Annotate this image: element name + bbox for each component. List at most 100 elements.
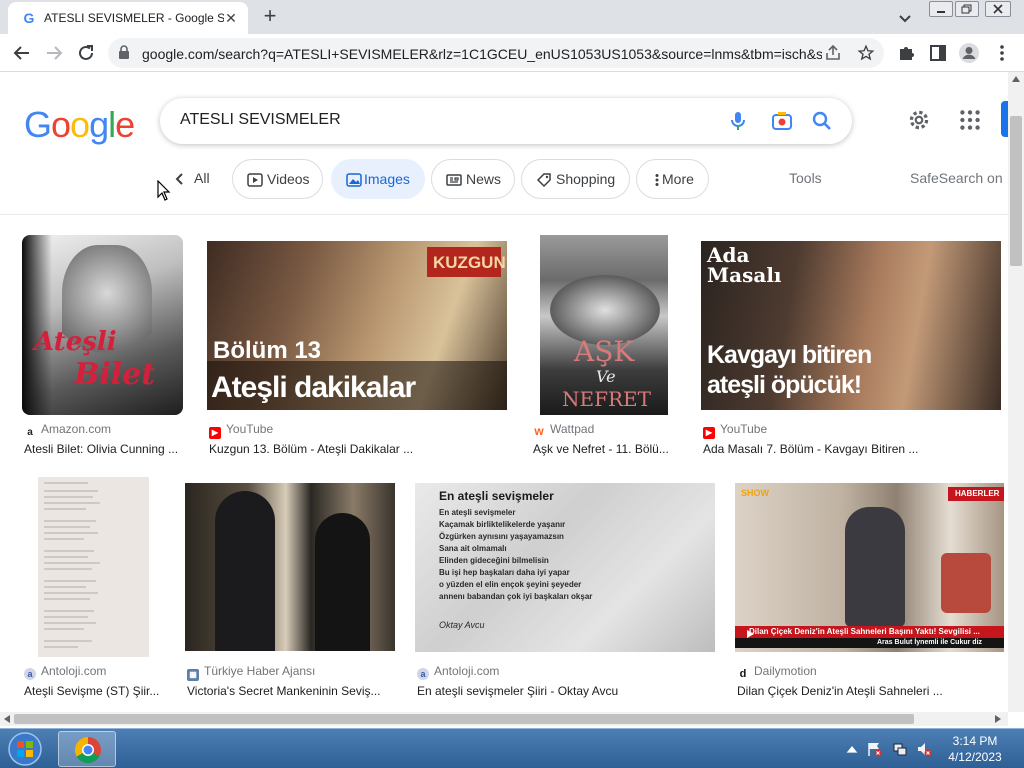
share-icon[interactable] [824, 44, 842, 62]
result-thumbnail[interactable] [185, 483, 395, 651]
browser-toolbar: google.com/search?q=ATESLI+SEVISMELER&rl… [0, 34, 1024, 72]
back-arrow-icon[interactable] [10, 41, 34, 65]
menu-dots-icon[interactable] [990, 41, 1014, 65]
side-panel-icon[interactable] [926, 41, 950, 65]
result-title[interactable]: Aşk ve Nefret - 11. Bölü... [533, 442, 673, 456]
result-title[interactable]: Kuzgun 13. Bölüm - Ateşli Dakikalar ... [209, 442, 509, 456]
cover-title: Bilet [74, 357, 156, 392]
result-source[interactable]: d Dailymotion [737, 664, 817, 680]
result-thumbnail[interactable]: SHOW HABERLER Dilan Çiçek Deniz'in Ateşl… [735, 483, 1004, 652]
scroll-right-arrow-icon[interactable] [995, 715, 1001, 723]
photo-shadow [22, 235, 52, 415]
result-thumbnail[interactable] [38, 477, 149, 657]
tab-search-chevron-icon[interactable] [895, 8, 915, 28]
system-clock[interactable]: 3:14 PM 4/12/2023 [940, 733, 1010, 765]
chevron-left-icon[interactable] [173, 171, 187, 187]
wattpad-icon: w [534, 424, 544, 438]
poem-line: Elinden gideceğini bilmelisin [439, 556, 549, 565]
tools-button[interactable]: Tools [789, 170, 822, 186]
bookmark-star-icon[interactable] [857, 44, 875, 62]
caption-show-title: Masalı [707, 263, 782, 287]
google-logo[interactable]: Google [24, 104, 135, 146]
source-label: Dailymotion [754, 664, 817, 678]
cover-title: NEFRET [562, 387, 651, 411]
extensions-puzzle-icon[interactable] [895, 41, 919, 65]
image-result[interactable]: Ada Masalı Kavgayı bitiren ateşli öpücük… [701, 235, 1001, 457]
filter-all[interactable]: All [194, 170, 210, 186]
image-result[interactable]: Ateşli Bilet a Amazon.com Atesli Bilet: O… [22, 235, 184, 457]
close-window-icon[interactable] [985, 1, 1011, 17]
close-tab-icon[interactable]: ✕ [222, 9, 240, 27]
poem-line: Sana ait olmamalı [439, 544, 507, 553]
image-result[interactable]: a Antoloji.com Ateşli Sevişme (ST) Şiir..… [22, 477, 167, 699]
logo-letter: o [51, 104, 71, 145]
source-label: Antoloji.com [41, 664, 107, 678]
scroll-left-arrow-icon[interactable] [4, 715, 10, 723]
result-source[interactable]: a Amazon.com [24, 422, 111, 439]
filter-bar: All Videos Images News Shopping More Too… [0, 158, 1010, 200]
chip-videos[interactable]: Videos [232, 159, 323, 199]
result-source[interactable]: w Wattpad [533, 422, 594, 437]
result-title[interactable]: En ateşli sevişmeler Şiiri - Oktay Avcu [417, 684, 717, 698]
chip-news[interactable]: News [431, 159, 515, 199]
result-source[interactable]: ▦ Türkiye Haber Ajansı [187, 664, 315, 681]
safesearch-toggle[interactable]: SafeSearch on [910, 170, 1003, 186]
new-tab-icon[interactable]: + [258, 5, 282, 29]
source-label: Amazon.com [41, 422, 112, 436]
result-thumbnail[interactable]: Ateşli Bilet [22, 235, 183, 415]
result-title[interactable]: Atesli Bilet: Olivia Cunning ... [24, 442, 184, 456]
cover-title: AŞK [574, 335, 635, 368]
vertical-scroll-thumb[interactable] [1010, 116, 1022, 266]
result-title[interactable]: Ateşli Sevişme (ST) Şiir... [24, 684, 167, 698]
photo-chair [941, 553, 991, 613]
minimize-window-icon[interactable] [929, 1, 953, 17]
result-title[interactable]: Dilan Çiçek Deniz'in Ateşli Sahneleri ..… [737, 684, 1002, 698]
chip-images[interactable]: Images [331, 159, 425, 199]
image-result[interactable]: AŞK Ve NEFRET w Wattpad Aşk ve Nefret - 1… [531, 235, 677, 457]
microphone-icon[interactable] [726, 109, 750, 133]
network-icon[interactable] [892, 741, 908, 757]
result-title[interactable]: Victoria's Secret Mankeninin Seviş... [187, 684, 392, 698]
result-thumbnail[interactable]: KUZGUN Bölüm 13 Ateşli dakikalar [207, 241, 507, 410]
chip-more[interactable]: More [636, 159, 709, 199]
cover-title: Ateşli [34, 327, 117, 357]
reload-icon[interactable] [74, 41, 98, 65]
result-thumbnail[interactable]: AŞK Ve NEFRET [540, 235, 668, 415]
browser-tab[interactable]: G ATESLI SEVISMELER - Google Sea ✕ [8, 2, 248, 34]
image-result[interactable]: KUZGUN Bölüm 13 Ateşli dakikalar ▶ YouTub… [207, 235, 507, 457]
horizontal-scrollbar[interactable] [0, 712, 1008, 726]
camera-lens-icon[interactable] [770, 109, 794, 133]
poem-line: En ateşli sevişmeler [439, 508, 516, 517]
profile-avatar-icon[interactable] [957, 41, 981, 65]
show-hidden-icons-arrow-icon[interactable] [844, 742, 860, 758]
apps-grid-icon[interactable] [957, 107, 983, 133]
forward-arrow-icon[interactable] [42, 41, 66, 65]
search-icon[interactable] [810, 109, 834, 133]
result-source[interactable]: ▶ YouTube [209, 422, 273, 439]
start-button-icon[interactable] [3, 730, 47, 768]
image-result[interactable]: ▦ Türkiye Haber Ajansı Victoria's Secret … [185, 477, 395, 699]
vertical-scrollbar[interactable] [1008, 72, 1024, 712]
address-bar[interactable]: google.com/search?q=ATESLI+SEVISMELER&rl… [108, 38, 884, 68]
caption-title: ateşli öpücük! [707, 371, 862, 399]
result-thumbnail[interactable]: En ateşli sevişmeler En ateşli sevişmele… [415, 483, 715, 652]
result-title[interactable]: Ada Masalı 7. Bölüm - Kavgayı Bitiren ..… [703, 442, 1003, 456]
horizontal-scroll-thumb[interactable] [14, 714, 914, 724]
lock-icon[interactable] [118, 45, 130, 59]
settings-gear-icon[interactable] [906, 107, 932, 133]
chip-label: More [662, 171, 694, 187]
result-source[interactable]: a Antoloji.com [417, 664, 499, 680]
image-result[interactable]: SHOW HABERLER Dilan Çiçek Deniz'in Ateşl… [735, 477, 1005, 699]
chrome-taskbar-button[interactable] [58, 731, 116, 767]
search-box[interactable]: ATESLI SEVISMELER [160, 98, 852, 144]
result-thumbnail[interactable]: Ada Masalı Kavgayı bitiren ateşli öpücük… [701, 241, 1001, 410]
image-result[interactable]: En ateşli sevişmeler En ateşli sevişmele… [415, 477, 715, 699]
volume-muted-icon[interactable] [916, 741, 932, 757]
result-source[interactable]: a Antoloji.com [24, 664, 106, 680]
scroll-up-arrow-icon[interactable] [1012, 76, 1020, 82]
restore-window-icon[interactable] [955, 1, 979, 17]
result-source[interactable]: ▶ YouTube [703, 422, 767, 439]
search-query[interactable]: ATESLI SEVISMELER [180, 111, 341, 129]
chip-shopping[interactable]: Shopping [521, 159, 630, 199]
action-center-flag-icon[interactable] [866, 741, 882, 757]
